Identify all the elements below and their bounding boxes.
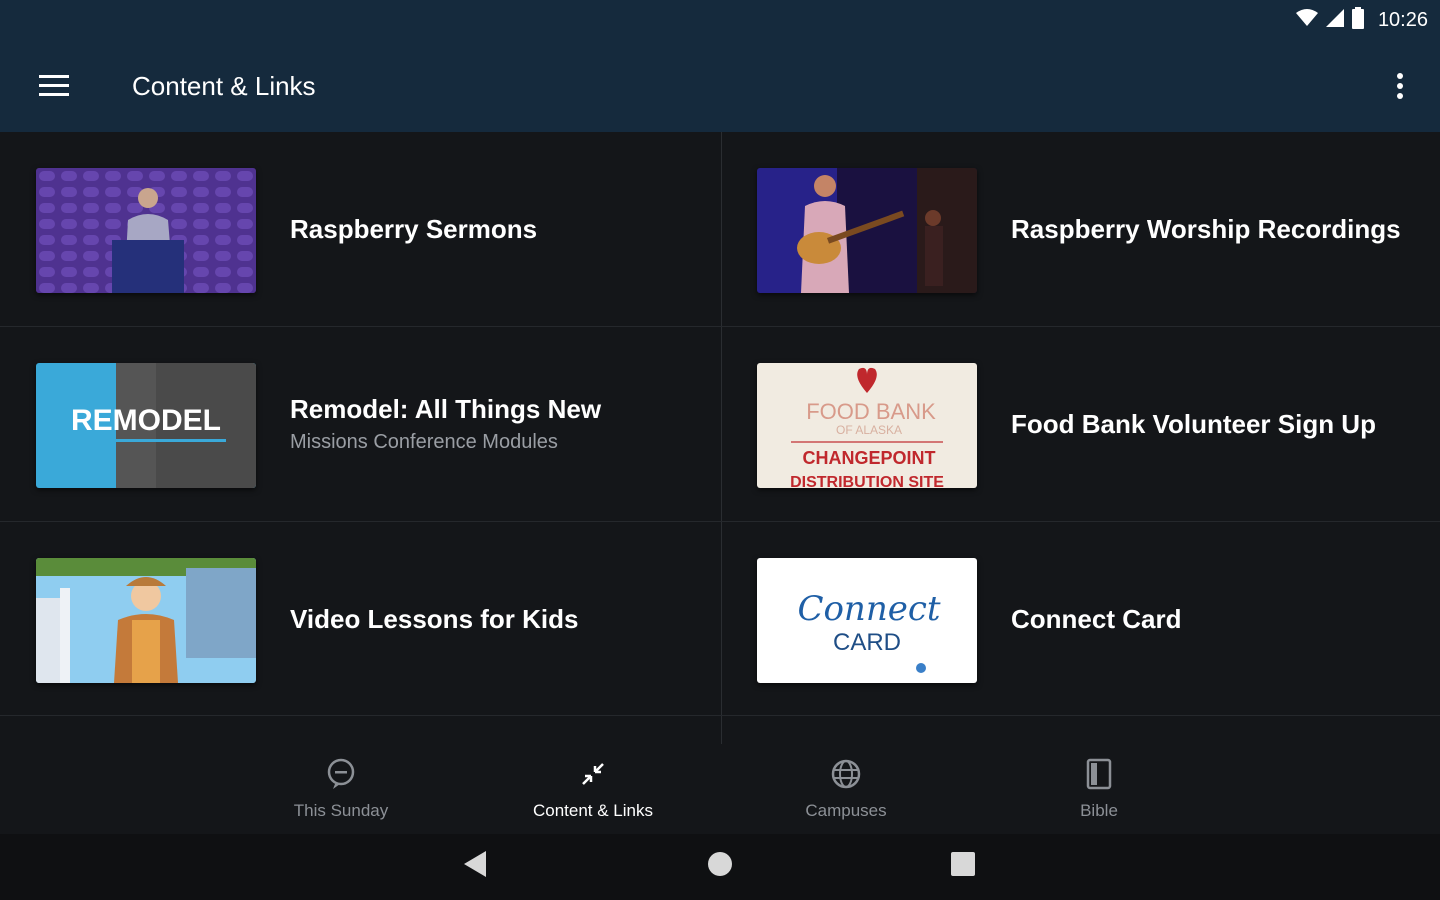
status-bar: 10:26 [0,0,1440,40]
tab-this-sunday[interactable]: This Sunday [241,744,441,834]
kids-lessons-thumbnail [36,558,256,683]
item-title: Raspberry Sermons [290,213,538,244]
content-grid: Raspberry Sermons Raspberry Worship Reco… [0,132,1440,744]
item-title: Remodel: All Things New [290,394,602,424]
distribution-site-text: DISTRIBUTION SITE [790,474,944,488]
tab-campuses[interactable]: Campuses [746,744,946,834]
changepoint-text: CHANGEPOINT [802,448,935,468]
recents-icon[interactable] [933,844,993,884]
wifi-icon [1295,8,1318,32]
list-item-remodel[interactable]: REMODEL Remodel: All Things New Missions… [0,327,720,521]
signal-icon [1325,8,1344,32]
more-vertical-icon[interactable] [1380,64,1420,108]
remodel-logo-text: REMODEL [71,404,221,437]
back-icon[interactable] [446,844,506,884]
status-time: 10:26 [1377,8,1428,31]
home-icon[interactable] [690,844,750,884]
arrows-collapse-icon [577,758,609,795]
bottom-navigation: This Sunday Content & Links Campuses Bib… [0,744,1440,834]
remodel-thumbnail: REMODEL [36,363,256,488]
worship-thumbnail [757,168,977,293]
chat-bubble-icon [325,758,357,795]
battery-icon [1351,6,1364,34]
item-title: Food Bank Volunteer Sign Up [1011,408,1376,439]
item-title: Raspberry Worship Recordings [1011,213,1401,244]
item-title: Connect Card [1011,603,1182,634]
tab-label: Content & Links [532,800,653,820]
food-bank-logo-text: FOOD BANK [806,399,936,424]
app-bar: Content & Links [0,40,1440,132]
tab-bible[interactable]: Bible [999,744,1199,834]
sermon-thumbnail [36,168,256,293]
page-title: Content & Links [132,70,316,101]
food-bank-thumbnail: FOOD BANK OF ALASKA CHANGEPOINT DISTRIBU… [757,363,977,488]
connect-script-text: Connect [797,589,940,629]
item-title: Video Lessons for Kids [290,603,579,634]
card-text: CARD [833,629,901,656]
item-subtitle: Missions Conference Modules [290,431,558,453]
list-item-connect-card[interactable]: Connect CARD Connect Card [721,522,1440,716]
connect-card-thumbnail: Connect CARD [757,558,977,683]
tab-label: Bible [1080,800,1118,820]
tab-label: This Sunday [293,800,389,820]
food-bank-logo-subtext: OF ALASKA [836,423,902,437]
book-icon [1083,758,1115,795]
list-item-food-bank[interactable]: FOOD BANK OF ALASKA CHANGEPOINT DISTRIBU… [721,327,1440,521]
tab-label: Campuses [805,800,887,820]
system-navigation-bar [0,834,1440,900]
tab-content-links[interactable]: Content & Links [493,744,693,834]
globe-icon [830,758,862,795]
list-item-raspberry-sermons[interactable]: Raspberry Sermons [0,132,720,326]
hamburger-menu-icon[interactable] [0,40,108,132]
list-item-worship-recordings[interactable]: Raspberry Worship Recordings [721,132,1440,326]
list-item-video-lessons[interactable]: Video Lessons for Kids [0,522,720,716]
